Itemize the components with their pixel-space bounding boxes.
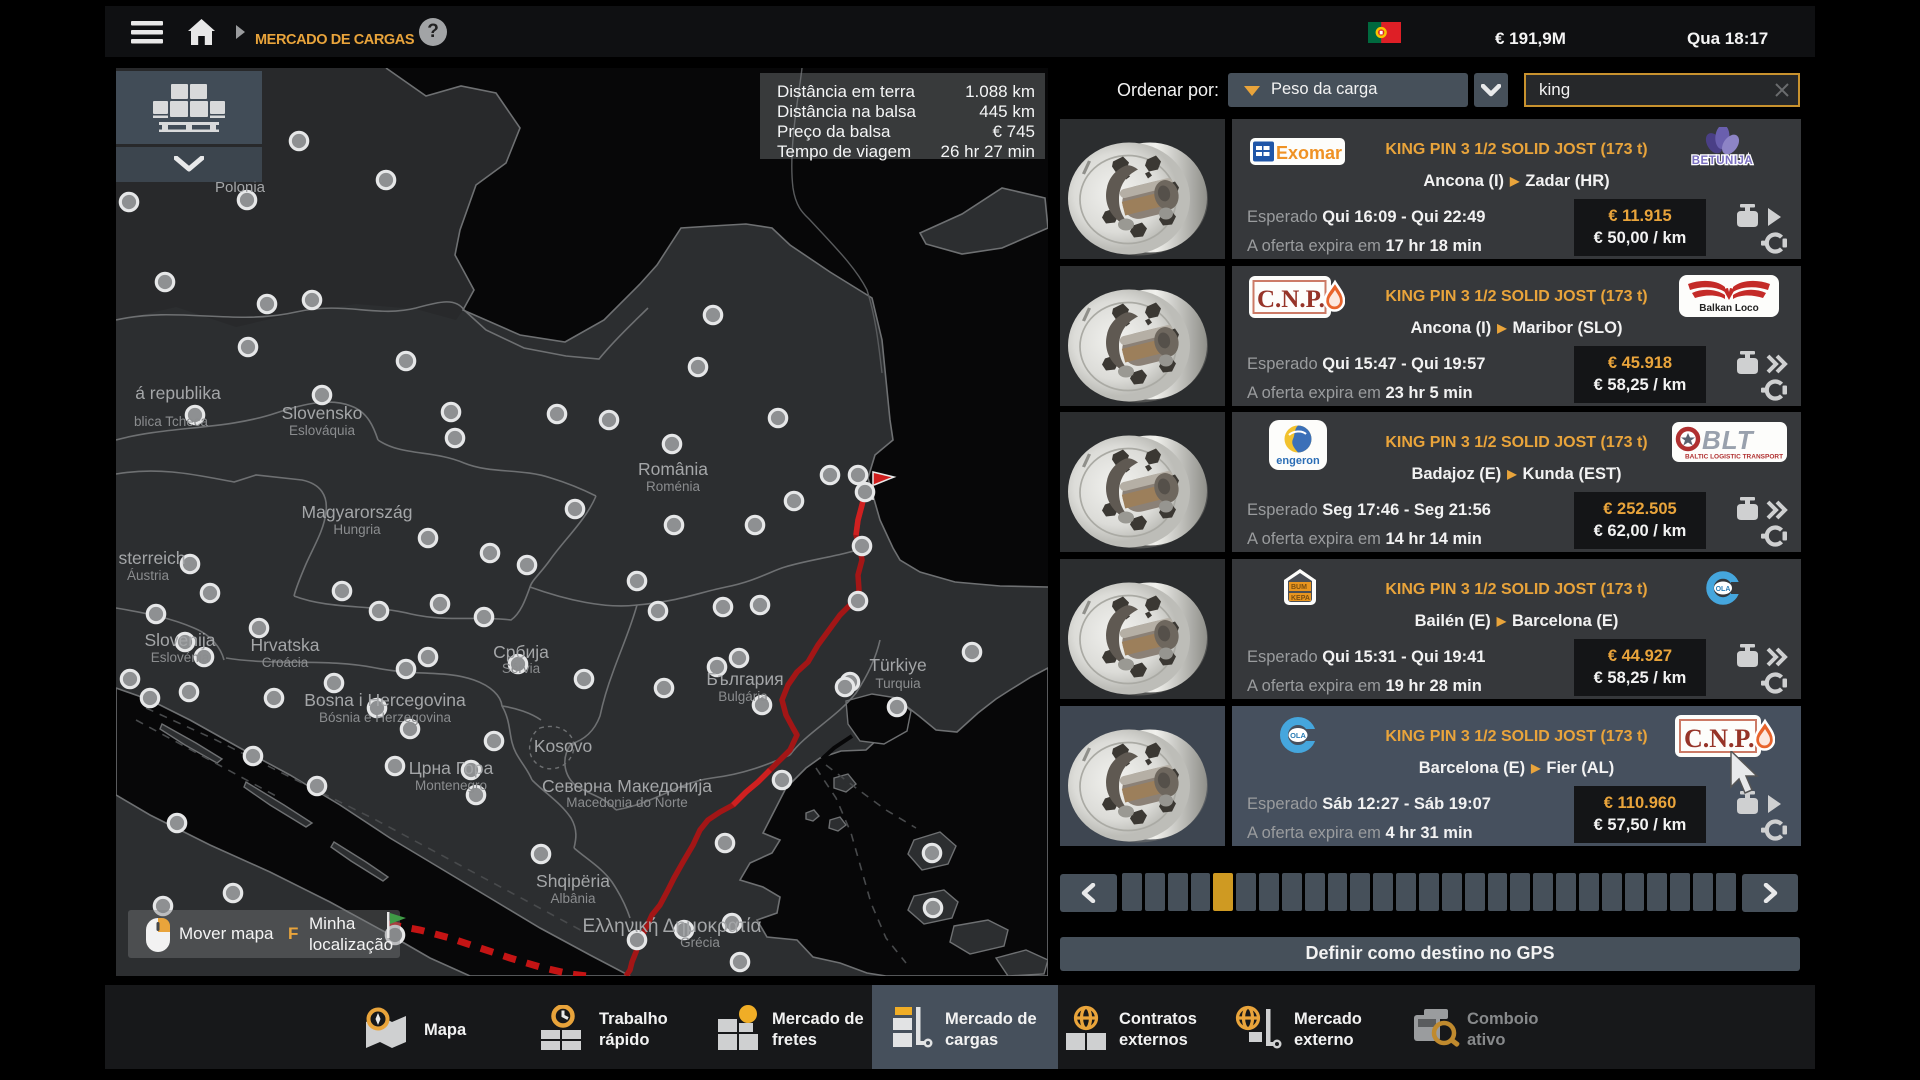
svg-text:България: България — [706, 669, 783, 689]
svg-text:Ελληνική Δημοκρατία: Ελληνική Δημοκρατία — [582, 916, 761, 937]
svg-text:Macedonia do Norte: Macedonia do Norte — [566, 795, 688, 810]
svg-text:OLA: OLA — [1716, 586, 1731, 593]
svg-text:Црна Гора: Црна Гора — [409, 758, 494, 778]
svg-text:Eslovénia: Eslovénia — [151, 650, 210, 665]
svg-text:BLT: BLT — [1702, 425, 1755, 455]
svg-text:BETUNIJA: BETUNIJA — [1692, 155, 1754, 167]
svg-text:Áustria: Áustria — [127, 568, 170, 583]
svg-text:România: România — [638, 459, 708, 479]
svg-text:Slovenija: Slovenija — [144, 630, 215, 650]
svg-text:Magyarország: Magyarország — [302, 502, 413, 522]
svg-text:BALTIC LOGISTIC TRANSPORT: BALTIC LOGISTIC TRANSPORT — [1685, 454, 1783, 461]
svg-text:Bosna i Hercegovina: Bosna i Hercegovina — [304, 690, 466, 710]
svg-text:Hrvatska: Hrvatska — [250, 635, 319, 655]
svg-text:Eslováquia: Eslováquia — [289, 423, 356, 438]
svg-text:Albânia: Albânia — [550, 891, 596, 906]
svg-text:á republika: á republika — [135, 383, 221, 403]
svg-text:Roménia: Roménia — [646, 479, 701, 494]
svg-text:Kosovo: Kosovo — [534, 736, 592, 756]
svg-text:Balkan Loco: Balkan Loco — [1699, 303, 1758, 314]
svg-text:Северна Македонија: Северна Македонија — [542, 776, 712, 796]
svg-text:Croácia: Croácia — [262, 655, 309, 670]
svg-text:blica Tcheca: blica Tcheca — [134, 414, 209, 429]
svg-text:Turquia: Turquia — [875, 676, 921, 691]
svg-text:Bulgária: Bulgária — [718, 689, 768, 704]
svg-text:Montenegro: Montenegro — [415, 778, 487, 793]
svg-text:Sérvia: Sérvia — [502, 661, 541, 676]
svg-text:Slovensko: Slovensko — [282, 403, 363, 423]
svg-text:C.N.P.: C.N.P. — [1684, 724, 1755, 753]
svg-text:Shqipëria: Shqipëria — [536, 871, 610, 891]
svg-text:sterreich: sterreich — [118, 548, 185, 568]
svg-text:Србија: Србија — [493, 642, 549, 662]
svg-text:Türkiye: Türkiye — [869, 655, 926, 675]
svg-text:Hungria: Hungria — [333, 522, 381, 537]
svg-text:Bósnia e Herzegovina: Bósnia e Herzegovina — [319, 710, 452, 725]
svg-text:Grécia: Grécia — [680, 935, 720, 950]
